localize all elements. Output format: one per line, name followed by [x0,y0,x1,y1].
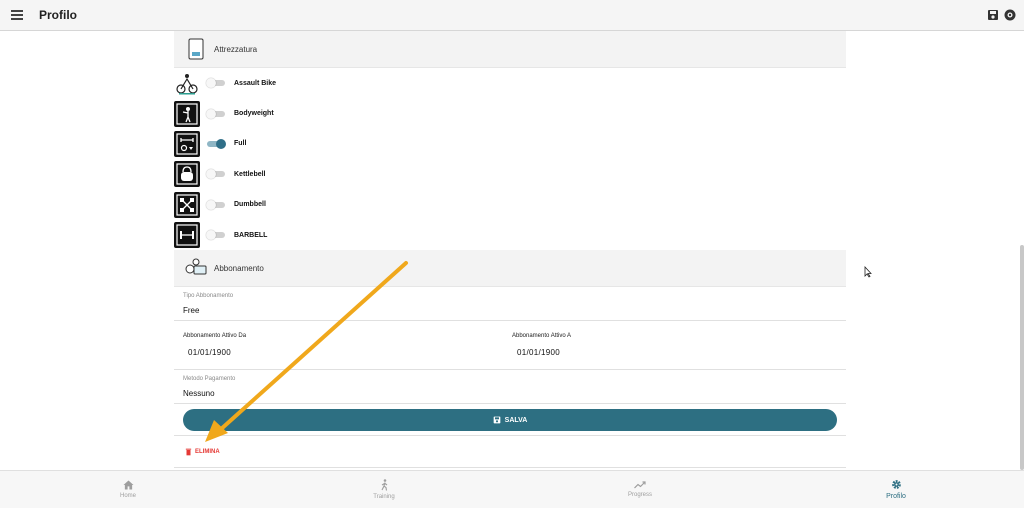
equipment-section-header: Attrezzatura [174,31,846,68]
nav-profilo[interactable]: Profilo [768,471,1024,508]
full-gym-icon [174,130,200,157]
profile-form: Attrezzatura Assault Bike Bodyweight Ful… [174,31,846,470]
gear-icon [891,480,901,489]
delete-button-label: ELIMINA [195,449,220,456]
subscription-dates-row: Abbonamento Attivo Da 01/01/1900 Abbonam… [174,321,846,371]
money-card-icon [185,258,207,275]
equipment-document-icon [188,38,204,60]
account-circle-icon[interactable] [1004,9,1016,21]
subscription-type-label: Tipo Abbonamento [183,293,234,300]
active-to-label: Abbonamento Attivo A [512,333,572,340]
equipment-label: Assault Bike [234,79,277,87]
trash-icon [185,449,192,456]
equipment-label: BARBELL [234,231,268,239]
barbell-toggle[interactable] [206,230,225,241]
equipment-label: Bodyweight [234,110,274,118]
nav-training[interactable]: Training [256,471,512,508]
equipment-list: Assault Bike Bodyweight Full Kettlebell [174,68,846,250]
kettlebell-icon [174,161,200,188]
save-button[interactable]: SALVA [183,409,837,432]
nav-label: Training [373,494,395,500]
nav-label: Profilo [886,493,906,500]
nav-progress[interactable]: Progress [512,471,768,508]
nav-home[interactable]: Home [0,471,256,508]
dumbbell-toggle[interactable] [206,199,225,210]
equipment-row-dumbbell: Dumbbell [174,190,846,220]
save-row: SALVA [174,404,846,437]
page-title: Profilo [39,8,77,22]
equipment-row-bodyweight: Bodyweight [174,98,846,128]
subscription-type-value: Free [183,306,200,316]
equipment-label: Dumbbell [234,201,266,209]
app-bar: Profilo [0,0,1024,31]
active-from-date-input[interactable]: 01/01/1900 [188,348,231,357]
bodyweight-toggle[interactable] [206,108,225,119]
nav-label: Progress [627,492,652,498]
payment-method-value: Nessuno [183,389,215,399]
home-icon [123,480,133,490]
active-to-date-input[interactable]: 01/01/1900 [517,348,560,357]
bodyweight-icon [174,100,200,127]
assault-bike-toggle[interactable] [206,78,225,89]
nav-label: Home [119,493,136,499]
full-toggle[interactable] [207,138,226,149]
save-button-label: SALVA [504,416,528,424]
save-icon[interactable] [987,9,999,21]
subscription-section-header: Abbonamento [174,250,846,288]
subscription-section-title: Abbonamento [214,263,264,273]
walking-icon [381,479,387,491]
equipment-row-full: Full [174,129,846,159]
trend-icon [634,481,646,489]
barbell-icon [174,222,200,249]
payment-method-label: Metodo Pagamento [183,376,236,383]
payment-method-field[interactable]: Metodo Pagamento Nessuno [174,370,846,405]
hamburger-menu-icon[interactable] [11,10,23,20]
assault-bike-icon [174,70,200,97]
equipment-section-title: Attrezzatura [214,44,258,54]
save-icon [493,417,500,424]
kettlebell-toggle[interactable] [206,169,225,180]
delete-button[interactable]: ELIMINA [185,448,220,456]
active-from-label: Abbonamento Attivo Da [183,333,247,340]
equipment-row-assault-bike: Assault Bike [174,68,846,98]
dumbbell-icon [174,191,200,218]
subscription-type-field[interactable]: Tipo Abbonamento Free [174,287,846,322]
equipment-row-kettlebell: Kettlebell [174,159,846,189]
equipment-label: Kettlebell [234,170,266,178]
equipment-label: Full [234,140,247,148]
equipment-row-barbell: BARBELL [174,220,846,250]
mouse-cursor-icon [864,266,872,278]
delete-row: ELIMINA [174,436,846,469]
bottom-navigation: Home Training Progress Profilo [0,470,1024,508]
scrollbar[interactable] [1020,245,1024,470]
